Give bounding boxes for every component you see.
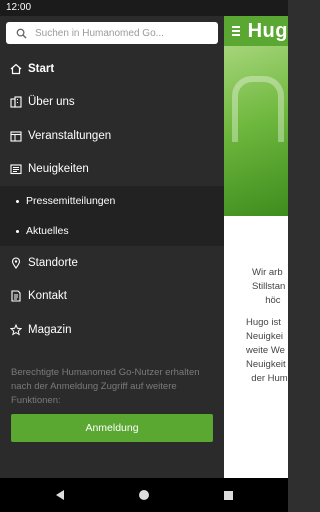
home-icon bbox=[10, 63, 22, 75]
home-button[interactable] bbox=[102, 490, 186, 500]
search-icon bbox=[16, 28, 27, 39]
nav-item-standorte[interactable]: Standorte bbox=[0, 246, 224, 280]
nav-item-label: Kontakt bbox=[28, 290, 67, 303]
login-button[interactable]: Anmeldung bbox=[11, 414, 213, 442]
hero-image bbox=[224, 46, 288, 216]
nav-item-veranstaltungen[interactable]: Veranstaltungen bbox=[0, 119, 224, 153]
sub-item-aktuelles[interactable]: Aktuelles bbox=[0, 216, 224, 246]
recents-icon bbox=[223, 490, 233, 500]
intro-line: Stillstan bbox=[252, 281, 286, 292]
drawer-nav: Start Über uns Veranstaltungen Neuigkeit… bbox=[0, 52, 224, 347]
nav-item-neuigkeiten[interactable]: Neuigkeiten bbox=[0, 153, 224, 187]
neuigkeiten-submenu: Pressemitteilungen Aktuelles bbox=[0, 186, 224, 246]
recents-button[interactable] bbox=[186, 490, 270, 500]
intro-line: Wir arb bbox=[252, 267, 283, 278]
nav-item-start[interactable]: Start bbox=[0, 52, 224, 86]
system-navigation-bar bbox=[0, 478, 288, 512]
nav-item-label: Standorte bbox=[28, 256, 78, 269]
app-logo: Hug bbox=[247, 19, 288, 42]
intro-line: Neuigkeit bbox=[246, 359, 286, 370]
app-header: Hug bbox=[224, 16, 288, 46]
newspaper-icon bbox=[10, 163, 22, 175]
calendar-icon bbox=[10, 130, 22, 142]
sub-item-label: Aktuelles bbox=[26, 225, 69, 237]
nav-item-label: Über uns bbox=[28, 96, 75, 109]
search-input[interactable] bbox=[35, 27, 205, 39]
nav-item-label: Neuigkeiten bbox=[28, 163, 89, 176]
nav-item-label: Veranstaltungen bbox=[28, 129, 112, 142]
bullet-icon bbox=[16, 229, 19, 233]
intro-line: weite We bbox=[246, 345, 285, 356]
star-icon bbox=[10, 323, 22, 336]
menu-icon[interactable] bbox=[232, 26, 240, 36]
nav-item-kontakt[interactable]: Kontakt bbox=[0, 280, 224, 314]
intro-line: Hugo ist bbox=[246, 317, 281, 328]
background-app: Hug Wir arb Stillstan höc Hugo ist Neuig… bbox=[224, 16, 288, 478]
document-icon bbox=[10, 290, 22, 302]
nav-item-label: Start bbox=[28, 62, 55, 75]
bullet-icon bbox=[16, 199, 19, 203]
back-button[interactable] bbox=[18, 490, 102, 500]
search-box[interactable] bbox=[6, 22, 218, 44]
status-time: 12:00 bbox=[6, 2, 32, 13]
building-icon bbox=[10, 96, 22, 108]
app-intro-text: Wir arb Stillstan höc Hugo ist Neuigkei … bbox=[224, 216, 288, 386]
navigation-drawer: Start Über uns Veranstaltungen Neuigkeit… bbox=[0, 16, 224, 478]
intro-line: höc bbox=[265, 295, 281, 306]
intro-line: Neuigkei bbox=[246, 331, 283, 342]
status-bar: 12:00 bbox=[0, 0, 288, 16]
nav-item-label: Magazin bbox=[28, 323, 72, 336]
back-icon bbox=[56, 490, 64, 500]
login-info-text: Berechtigte Humanomed Go-Nutzer erhalten… bbox=[11, 367, 200, 406]
nav-item-magazin[interactable]: Magazin bbox=[0, 313, 224, 347]
intro-line: der Hum bbox=[251, 373, 288, 384]
nav-item-ueber-uns[interactable]: Über uns bbox=[0, 86, 224, 120]
sub-item-pressemitteilungen[interactable]: Pressemitteilungen bbox=[0, 186, 224, 216]
sub-item-label: Pressemitteilungen bbox=[26, 195, 116, 207]
home-circle-icon bbox=[139, 490, 149, 500]
map-marker-icon bbox=[10, 257, 22, 269]
